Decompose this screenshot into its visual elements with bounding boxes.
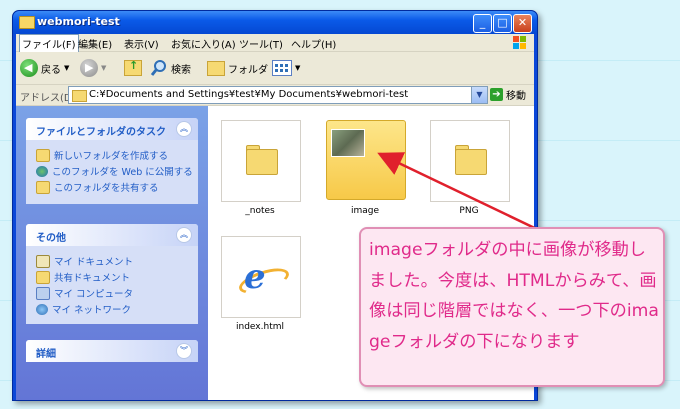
callout-text: imageフォルダの中に画像が移動しました。今度は、HTMLからみて、画像は同じ… (369, 240, 659, 352)
callout-box: imageフォルダの中に画像が移動しました。今度は、HTMLからみて、画像は同じ… (359, 227, 665, 387)
